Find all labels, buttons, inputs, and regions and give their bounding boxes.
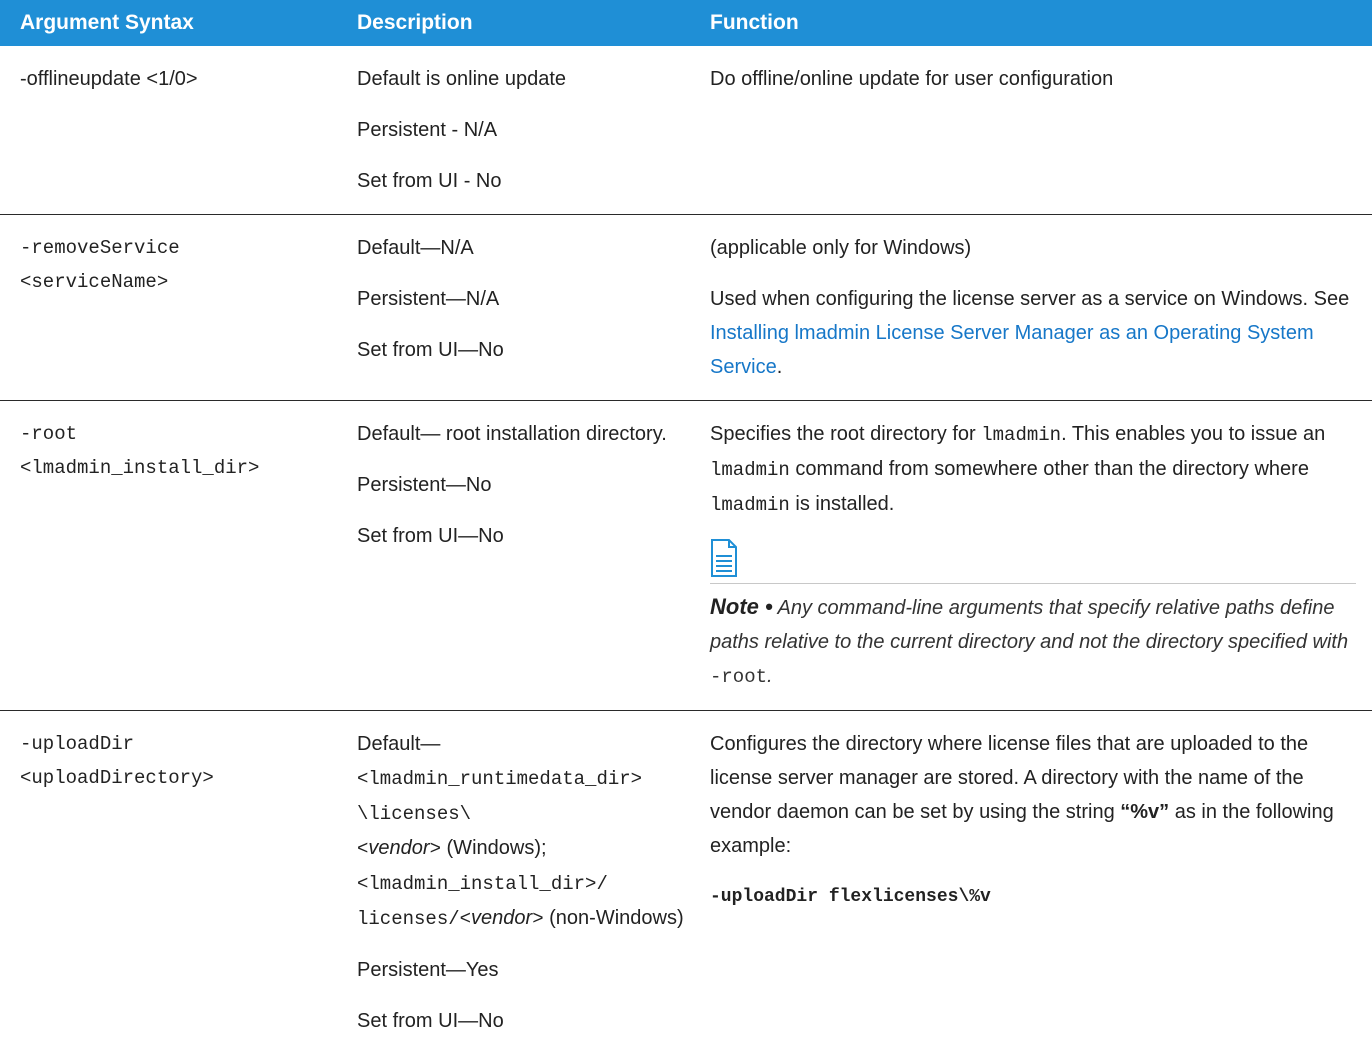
table-row: -uploadDir <uploadDirectory> Default— <l… <box>0 711 1372 1055</box>
header-description: Description <box>357 0 710 46</box>
example-command: -uploadDir flexlicenses\%v <box>710 887 991 907</box>
desc-cell: Default— <lmadmin_runtimedata_dir> \lice… <box>357 711 710 1055</box>
code-runtimedata-dir: <lmadmin_runtimedata_dir> <box>357 768 643 790</box>
desc-persistent: Persistent—Yes <box>357 959 499 981</box>
code-licenses: licenses/< <box>357 908 472 930</box>
desc-cell: Default— root installation directory. Pe… <box>357 400 710 711</box>
note-label: Note • <box>710 594 773 619</box>
desc-set-from-ui: Set from UI - No <box>357 170 502 192</box>
bold-string: “%v” <box>1120 801 1170 823</box>
code-lmadmin: lmadmin <box>710 494 790 516</box>
func-text: Configures the directory where license f… <box>710 727 1372 863</box>
code-install-dir: <lmadmin_install_dir>/ <box>357 873 608 895</box>
desc-persistent: Persistent - N/A <box>357 119 498 141</box>
desc-text-part: (Windows); <box>440 837 547 859</box>
desc-set-from-ui: Set from UI—No <box>357 525 504 547</box>
func-text-part: . This enables you to issue an <box>1061 423 1326 445</box>
table-row: -removeService <serviceName> Default—N/A… <box>0 214 1372 401</box>
code-licenses: \licenses\ <box>357 803 472 825</box>
desc-text-part: Default— <box>357 733 441 755</box>
header-argument-syntax: Argument Syntax <box>0 0 357 46</box>
desc-default: Default— <lmadmin_runtimedata_dir> \lice… <box>357 727 710 936</box>
note-body: Any command-line arguments that specify … <box>710 597 1349 653</box>
func-text: Specifies the root directory for lmadmin… <box>710 417 1372 522</box>
func-text-part: . <box>776 356 783 378</box>
code-lmadmin: lmadmin <box>981 424 1062 446</box>
desc-persistent: Persistent—No <box>357 474 492 496</box>
arg-cell: -root <lmadmin_install_dir> <box>0 400 357 711</box>
desc-cell: Default is online update Persistent - N/… <box>357 46 710 215</box>
note-text: Note • Any command-line arguments that s… <box>710 590 1372 694</box>
note-divider <box>710 583 1356 584</box>
func-text-part: command from somewhere other than the di… <box>789 458 1309 480</box>
vendor-placeholder: vendor <box>471 907 533 929</box>
table-row: -offlineupdate <1/0> Default is online u… <box>0 46 1372 215</box>
func-cell: Specifies the root directory for lmadmin… <box>710 400 1372 711</box>
service-install-link[interactable]: Installing lmadmin License Server Manage… <box>710 322 1314 378</box>
arg-line: <lmadmin_install_dir> <box>20 457 260 479</box>
func-text-part: Specifies the root directory for <box>710 423 982 445</box>
code-bracket: < <box>357 838 369 860</box>
func-text-part: is installed. <box>789 493 895 515</box>
desc-set-from-ui: Set from UI—No <box>357 339 504 361</box>
func-text: Do offline/online update for user config… <box>710 68 1114 90</box>
desc-cell: Default—N/A Persistent—N/A Set from UI—N… <box>357 214 710 401</box>
func-cell: (applicable only for Windows) Used when … <box>710 214 1372 401</box>
vendor-placeholder: vendor <box>368 837 430 859</box>
table-header-row: Argument Syntax Description Function <box>0 0 1372 46</box>
func-text: (applicable only for Windows) <box>710 237 972 259</box>
arg-cell: -offlineupdate <1/0> <box>0 46 357 215</box>
desc-default: Default— root installation directory. <box>357 423 667 445</box>
document-icon <box>711 539 737 577</box>
func-cell: Do offline/online update for user config… <box>710 46 1372 215</box>
table-row: -root <lmadmin_install_dir> Default— roo… <box>0 400 1372 711</box>
code-bracket: > <box>429 838 441 860</box>
arg-text: -offlineupdate <1/0> <box>20 68 198 90</box>
note-end: . <box>767 665 773 687</box>
arg-line: -uploadDir <box>20 733 135 755</box>
arg-cell: -uploadDir <uploadDirectory> <box>0 711 357 1055</box>
func-cell: Configures the directory where license f… <box>710 711 1372 1055</box>
arg-line: <uploadDirectory> <box>20 767 214 789</box>
desc-default: Default—N/A <box>357 237 474 259</box>
code-root: -root <box>710 666 768 688</box>
desc-persistent: Persistent—N/A <box>357 288 500 310</box>
func-text-part: Used when configuring the license server… <box>710 288 1350 310</box>
desc-set-from-ui: Set from UI—No <box>357 1010 504 1032</box>
arg-line: <serviceName> <box>20 271 169 293</box>
arg-cell: -removeService <serviceName> <box>0 214 357 401</box>
desc-text-part: (non-Windows) <box>543 907 684 929</box>
arg-line: -removeService <box>20 237 180 259</box>
func-text: Used when configuring the license server… <box>710 282 1372 384</box>
desc-default: Default is online update <box>357 68 567 90</box>
arg-line: -root <box>20 423 78 445</box>
arguments-table: Argument Syntax Description Function -of… <box>0 0 1372 1054</box>
code-bracket: > <box>532 908 544 930</box>
header-function: Function <box>710 0 1372 46</box>
code-lmadmin: lmadmin <box>710 459 790 481</box>
